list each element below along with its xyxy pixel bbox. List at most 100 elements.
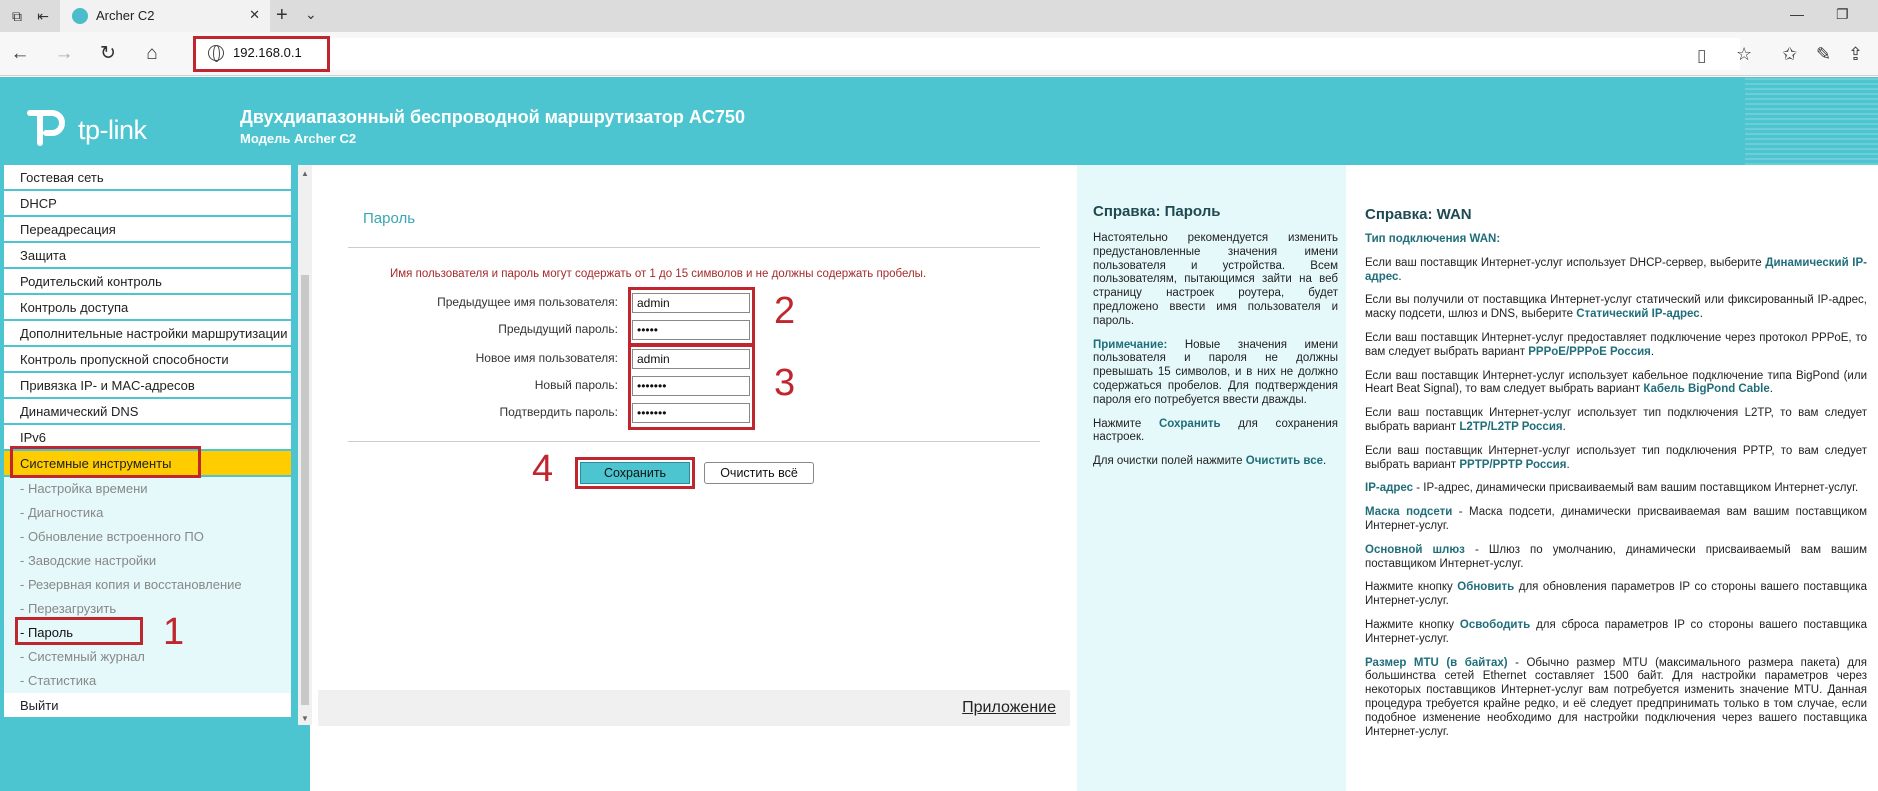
annotation-box-old-credentials xyxy=(628,287,755,346)
set-aside-tabs-icon[interactable]: ⇤ xyxy=(34,7,52,25)
help-bigpond-pre: Если ваш поставщик Интернет-услуг исполь… xyxy=(1365,369,1867,396)
old-password-label: Предыдущий пароль: xyxy=(498,322,618,336)
clear-all-button[interactable]: Очистить всё xyxy=(704,462,814,484)
help-pppoe-word: PPPoE/PPPoE Россия xyxy=(1528,345,1651,358)
router-header: tp-link Двухдиапазонный беспроводной мар… xyxy=(0,77,1878,165)
scroll-down-icon[interactable]: ▼ xyxy=(301,714,309,723)
submenu-factory-defaults[interactable]: - Заводские настройки xyxy=(4,549,291,573)
help-dhcp-post: . xyxy=(1398,270,1402,283)
tp-link-logo-icon xyxy=(27,110,65,146)
browser-tab[interactable]: Archer C2 ✕ xyxy=(60,0,270,32)
help-ip-text: - IP-адрес, динамически присваиваемый ва… xyxy=(1413,482,1859,495)
back-arrow-icon[interactable]: ← xyxy=(8,42,32,66)
scrollbar-thumb[interactable] xyxy=(301,275,309,705)
restore-window-icon[interactable]: ❐ xyxy=(1836,6,1849,23)
menu-access-control[interactable]: Контроль доступа xyxy=(4,295,291,320)
help-note-label: Примечание: xyxy=(1093,338,1168,351)
help-panel-password: Справка: Пароль Настоятельно рекомендует… xyxy=(1077,165,1346,791)
help-ip-word: IP-адрес xyxy=(1365,482,1414,495)
main-content: Пароль Имя пользователя и пароль могут с… xyxy=(318,165,1070,725)
menu-dynamic-dns[interactable]: Динамический DNS xyxy=(4,399,291,424)
annotation-box-system-tools xyxy=(10,446,201,478)
help-wan-release: Нажмите кнопку Освободить для сброса пар… xyxy=(1365,619,1867,647)
submenu-time-settings[interactable]: - Настройка времени xyxy=(4,477,291,501)
new-tab-icon[interactable]: + xyxy=(276,4,288,27)
help-clear-word: Очистить все xyxy=(1245,455,1324,468)
help-password-note: Примечание: Новые значения имени пользов… xyxy=(1093,339,1338,408)
annotation-number-3: 3 xyxy=(774,362,796,404)
help-clear-pre: Для очистки полей нажмите xyxy=(1093,455,1246,468)
tab-title: Archer C2 xyxy=(96,8,155,23)
model-subtitle: Модель Archer C2 xyxy=(240,131,357,146)
help-renew-pre: Нажмите кнопку xyxy=(1365,581,1458,594)
favorite-star-icon[interactable]: ☆ xyxy=(1736,44,1752,65)
annotation-number-2: 2 xyxy=(774,290,796,332)
help-l2tp-post: . xyxy=(1562,420,1566,433)
help-wan-renew: Нажмите кнопку Обновить для обновления п… xyxy=(1365,581,1867,609)
submenu-diagnostics[interactable]: - Диагностика xyxy=(4,501,291,525)
help-wan-pptp: Если ваш поставщик Интернет-услуг исполь… xyxy=(1365,445,1867,473)
help-bigpond-post: . xyxy=(1769,383,1773,396)
reading-view-icon[interactable]: ▯ xyxy=(1697,46,1706,66)
help-mask-word: Маска подсети xyxy=(1365,506,1453,519)
menu-forwarding[interactable]: Переадресация xyxy=(4,217,291,242)
section-title: Пароль xyxy=(363,210,416,227)
help-save-pre: Нажмите xyxy=(1093,417,1159,430)
help-l2tp-pre: Если ваш поставщик Интернет-услуг исполь… xyxy=(1365,407,1867,433)
browser-tab-bar: ⧉ ⇤ Archer C2 ✕ + ⌄ — ❐ xyxy=(0,0,1878,32)
annotation-number-1: 1 xyxy=(163,611,185,653)
submenu-backup-restore[interactable]: - Резервная копия и восстановление xyxy=(4,573,291,597)
menu-scrollbar[interactable]: ▲ ▼ xyxy=(298,165,312,725)
menu-advanced-routing[interactable]: Дополнительные настройки маршрутизации xyxy=(4,321,291,346)
help-pppoe-post: . xyxy=(1650,345,1655,358)
help-gw-word: Основной шлюз xyxy=(1365,543,1465,556)
menu-parental-control[interactable]: Родительский контроль xyxy=(4,269,291,294)
help-release-word: Освободить xyxy=(1459,618,1531,631)
help-mtu-word: Размер MTU (в байтах) xyxy=(1365,656,1508,669)
tp-link-favicon-icon xyxy=(72,8,88,24)
favorites-list-icon[interactable]: ✩ xyxy=(1782,44,1797,65)
pen-icon[interactable]: ✎ xyxy=(1816,44,1831,65)
new-username-label: Новое имя пользователя: xyxy=(475,351,618,365)
home-icon[interactable]: ⌂ xyxy=(140,42,164,66)
menu-ip-mac-binding[interactable]: Привязка IP- и MAC-адресов xyxy=(4,373,291,398)
password-rule-warning: Имя пользователя и пароль могут содержат… xyxy=(390,268,927,280)
main-footer: Приложение xyxy=(318,690,1070,726)
scroll-up-icon[interactable]: ▲ xyxy=(301,169,309,178)
tab-actions-icon[interactable]: ⧉ xyxy=(8,7,26,25)
model-title: Двухдиапазонный беспроводной маршрутизат… xyxy=(240,107,745,127)
refresh-icon[interactable]: ↻ xyxy=(96,42,120,66)
help-wan-ip: IP-адрес - IP-адрес, динамически присваи… xyxy=(1365,482,1867,496)
submenu-statistics[interactable]: - Статистика xyxy=(4,669,291,693)
help-static-word: Статический IP-адрес xyxy=(1576,308,1700,321)
help-pptp-pre: Если ваш поставщик Интернет-услуг исполь… xyxy=(1365,444,1867,471)
close-tab-icon[interactable]: ✕ xyxy=(249,7,260,23)
help-wan-static: Если вы получили от поставщика Интернет-… xyxy=(1365,294,1867,322)
help-static-post: . xyxy=(1699,308,1703,321)
help-wan-mtu: Размер MTU (в байтах) - Обычно размер MT… xyxy=(1365,657,1867,740)
menu-bandwidth-control[interactable]: Контроль пропускной способности xyxy=(4,347,291,372)
help-password-title: Справка: Пароль xyxy=(1093,203,1221,220)
new-password-label: Новый пароль: xyxy=(534,378,618,392)
help-bigpond-word: Кабель BigPond Cable xyxy=(1643,383,1770,396)
menu-guest-network[interactable]: Гостевая сеть xyxy=(4,165,291,190)
help-password-save: Нажмите Сохранить для сохранения настрое… xyxy=(1093,418,1338,446)
help-wan-title: Справка: WAN xyxy=(1365,206,1472,223)
help-wan-dhcp: Если ваш поставщик Интернет-услуг исполь… xyxy=(1365,257,1867,285)
menu-security[interactable]: Защита xyxy=(4,243,291,268)
minimize-icon[interactable]: — xyxy=(1790,6,1804,22)
tab-list-chevron-down-icon[interactable]: ⌄ xyxy=(305,6,317,23)
appendix-link[interactable]: Приложение xyxy=(962,699,1056,717)
help-wan-gateway: Основной шлюз - Шлюз по умолчанию, динам… xyxy=(1365,544,1867,572)
help-wan-pppoe: Если ваш поставщик Интернет-услуг предос… xyxy=(1365,332,1867,360)
forward-arrow-icon[interactable]: → xyxy=(52,42,76,66)
help-pptp-word: PPTP/PPTP Россия xyxy=(1459,458,1567,471)
address-bar[interactable]: 192.168.0.1 xyxy=(195,38,1740,70)
submenu-firmware-upgrade[interactable]: - Обновление встроенного ПО xyxy=(4,525,291,549)
share-icon[interactable]: ⇪ xyxy=(1848,44,1863,65)
annotation-box-new-credentials xyxy=(628,344,755,430)
menu-logout[interactable]: Выйти xyxy=(4,693,291,718)
submenu-system-log[interactable]: - Системный журнал xyxy=(4,645,291,669)
help-wan-l2tp: Если ваш поставщик Интернет-услуг исполь… xyxy=(1365,407,1867,435)
menu-dhcp[interactable]: DHCP xyxy=(4,191,291,216)
